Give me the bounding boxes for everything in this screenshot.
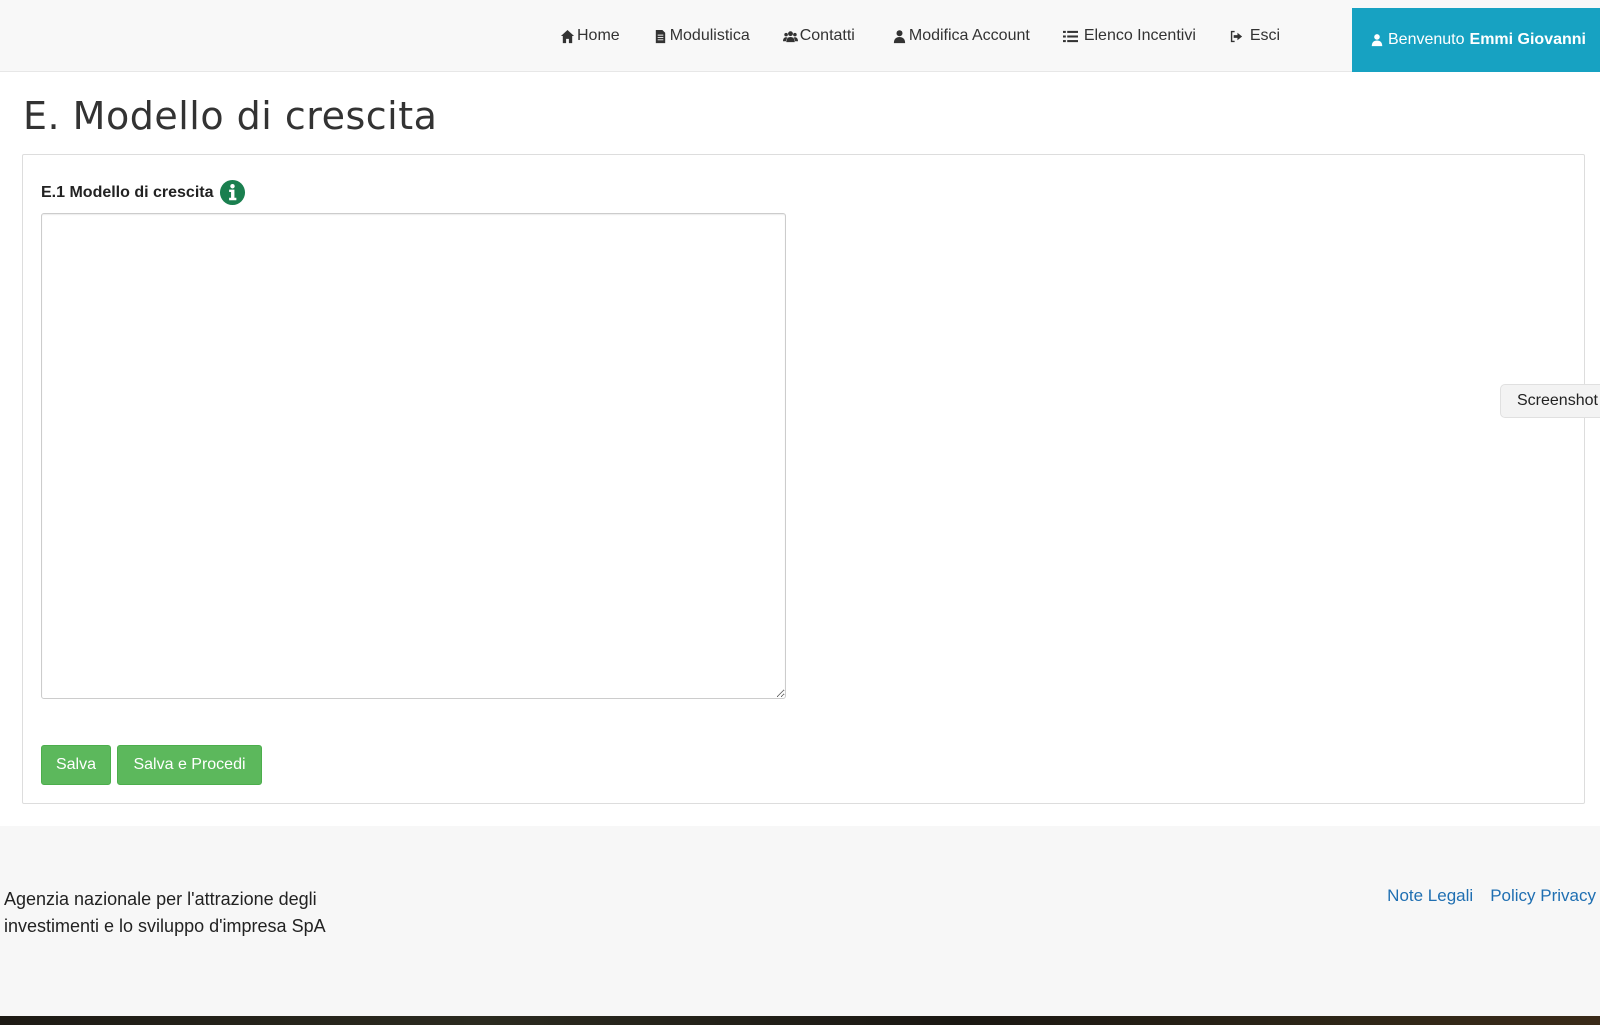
policy-privacy-link[interactable]: Policy Privacy [1490,886,1596,906]
nav-item-elenco-incentivi[interactable]: Elenco Incentivi [1062,27,1196,45]
note-legali-link[interactable]: Note Legali [1387,886,1473,906]
footer-agency-text: Agenzia nazionale per l'attrazione degli… [4,886,326,940]
users-icon [782,30,798,42]
field-label-row: E.1 Modello di crescita [41,179,246,206]
nav-item-label: Esci [1249,27,1281,44]
screenshot-tab[interactable]: Screenshot [1500,384,1600,418]
save-and-proceed-button[interactable]: Salva e Procedi [117,745,262,785]
info-circle-icon[interactable] [219,179,246,206]
user-icon [1371,34,1383,47]
footer-line: Agenzia nazionale per l'attrazione degli [4,889,317,909]
page-title: E. Modello di crescita [23,94,438,138]
nav-item-label: Elenco Incentivi [1083,27,1196,44]
nav-item-modifica-account[interactable]: Modifica Account [892,27,1030,45]
nav-item-label: Contatti [799,27,855,44]
home-icon [560,29,575,43]
document-icon [655,29,665,43]
top-navbar: Home Modulistica Contatti Modifica Accou… [0,0,1600,72]
welcome-username: Emmi Giovanni [1469,31,1586,48]
nav-menu: Home Modulistica Contatti Modifica Accou… [560,0,1313,72]
field-label: E.1 Modello di crescita [41,183,214,201]
modello-crescita-textarea[interactable] [41,213,786,699]
logout-icon [1230,30,1242,42]
footer: Agenzia nazionale per l'attrazione degli… [0,826,1600,1016]
nav-item-label: Modifica Account [908,27,1030,44]
footer-line: investimenti e lo sviluppo d'impresa SpA [4,916,326,936]
nav-item-label: Modulistica [669,27,750,44]
save-button[interactable]: Salva [41,745,111,785]
nav-item-contatti[interactable]: Contatti [782,27,855,45]
welcome-user-menu[interactable]: Benvenuto Emmi Giovanni [1352,8,1600,72]
bottom-background-image [0,1016,1600,1025]
nav-item-label: Home [577,27,620,44]
nav-item-home[interactable]: Home [560,27,620,45]
nav-item-modulistica[interactable]: Modulistica [653,27,750,45]
welcome-prefix: Benvenuto [1388,31,1465,48]
list-icon [1062,30,1078,42]
nav-item-esci[interactable]: Esci [1229,27,1280,45]
footer-links: Note Legali Policy Privacy [1370,886,1596,906]
user-icon [893,29,905,43]
form-panel: E.1 Modello di crescita Salva Salva e Pr… [22,154,1585,804]
